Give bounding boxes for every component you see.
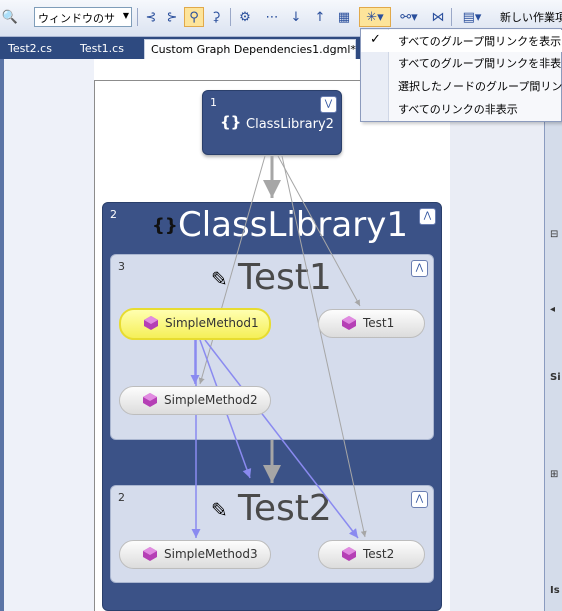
menu-item-label: すべてのリンクの非表示 xyxy=(398,103,518,116)
link-classlibrary2-simplemethod2[interactable] xyxy=(198,155,266,385)
node-label: SimpleMethod3 xyxy=(164,547,258,561)
node-label: SimpleMethod2 xyxy=(164,393,258,407)
node-label: Test2 xyxy=(363,547,395,561)
node-simplemethod2[interactable]: SimpleMethod2 xyxy=(119,386,271,415)
expand-icon[interactable]: ⊟ xyxy=(550,229,558,240)
node-test2[interactable]: Test2 xyxy=(318,540,425,569)
method-icon xyxy=(144,316,158,330)
link-classlibrary2-test1[interactable] xyxy=(277,155,361,307)
method-icon xyxy=(143,393,157,407)
menu-item-selected-node-cross-group-links[interactable]: 選択したノードのグループ間リン xyxy=(361,75,562,97)
panel-label-si: Si xyxy=(550,372,561,383)
method-icon xyxy=(143,547,157,561)
menu-item-show-all-cross-group-links[interactable]: ✓ すべてのグループ間リンクを表示 xyxy=(361,30,562,52)
menu-item-label: すべてのグループ間リンクを非表 xyxy=(398,57,562,70)
menu-item-hide-all-links[interactable]: すべてのリンクの非表示 xyxy=(361,98,562,120)
node-label: Test1 xyxy=(363,316,395,330)
expand-icon[interactable]: ⊞ xyxy=(550,469,558,480)
method-icon xyxy=(342,547,356,561)
node-test1[interactable]: Test1 xyxy=(318,309,425,338)
menu-item-label: すべてのグループ間リンクを表示 xyxy=(398,35,562,48)
menu-item-hide-all-cross-group-links[interactable]: すべてのグループ間リンクを非表 xyxy=(361,52,562,74)
method-icon xyxy=(342,316,356,330)
node-label: SimpleMethod1 xyxy=(165,316,259,330)
pin-icon[interactable]: ◂ xyxy=(550,304,555,315)
link-simplemethod1-test2[interactable] xyxy=(204,339,359,539)
node-simplemethod3[interactable]: SimpleMethod3 xyxy=(119,540,271,569)
panel-label-is: Is xyxy=(550,585,560,596)
link-classlibrary2-test2[interactable] xyxy=(281,155,367,538)
cross-group-links-menu: ✓ すべてのグループ間リンクを表示 すべてのグループ間リンクを非表 選択したノー… xyxy=(360,28,562,122)
node-simplemethod1[interactable]: SimpleMethod1 xyxy=(119,308,271,340)
menu-item-label: 選択したノードのグループ間リン xyxy=(398,80,562,93)
solution-panel: ⊟ ◂ Si ⊞ Is xyxy=(544,59,562,611)
checkmark-icon: ✓ xyxy=(370,32,381,47)
